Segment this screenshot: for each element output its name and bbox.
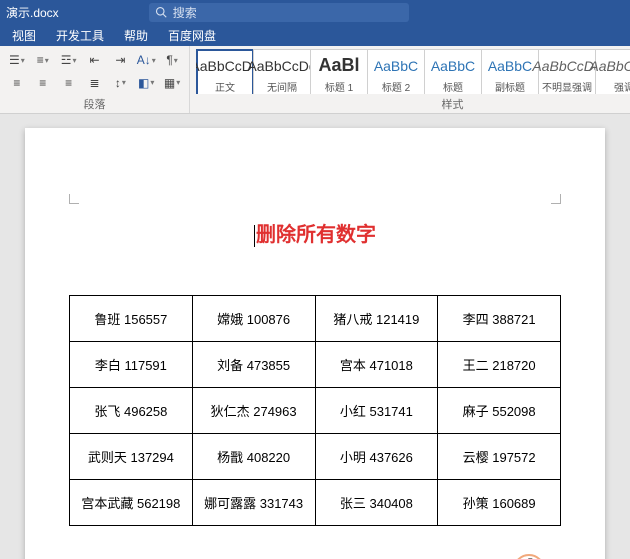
document-title: 删除所有数字 [69,218,561,247]
borders-button[interactable]: ▦▾ [161,72,183,94]
increase-indent-button[interactable]: ⇥ [109,49,131,71]
tab-view[interactable]: 视图 [2,24,46,46]
table-cell[interactable]: 小明 437626 [315,434,438,480]
table-cell[interactable]: 张飞 496258 [70,388,193,434]
shading-button[interactable]: ◧▾ [135,72,157,94]
align-right-button[interactable]: ≡ [58,72,80,94]
tab-baidu[interactable]: 百度网盘 [158,24,226,46]
numbering-button[interactable]: ≡▾ [32,49,54,71]
ribbon: ☰▾ ≡▾ ☲▾ ⇤ ⇥ A↓▾ ¶▾ ≡ ≡ ≡ ≣ ↕▾ ◧▾ ▦▾ 段落 … [0,46,630,114]
group-styles: AaBbCcDd正文AaBbCcDd无间隔AaBl标题 1AaBbC标题 2Aa… [190,46,630,113]
table-cell[interactable]: 宫本 471018 [315,342,438,388]
text-caret [254,225,255,247]
table-cell[interactable]: 小红 531741 [315,388,438,434]
style-label: 标题 [443,79,463,94]
style-item-4[interactable]: AaBbC标题 [424,49,482,94]
search-icon [155,6,167,18]
style-label: 标题 2 [382,79,410,94]
style-label: 副标题 [495,79,525,94]
style-preview: AaBbC [488,53,532,79]
table-row: 李白 117591刘备 473855宫本 471018王二 218720 [70,342,561,388]
group-label-styles: 样式 [196,96,630,112]
document-title-text: 删除所有数字 [256,224,376,246]
table-cell[interactable]: 张三 340408 [315,480,438,526]
highlight-ring [513,554,545,559]
table-row: 张飞 496258狄仁杰 274963小红 531741麻子 552098 [70,388,561,434]
table-cell[interactable]: 娜可露露 331743 [192,480,315,526]
ribbon-tabs: 视图 开发工具 帮助 百度网盘 [0,24,630,46]
table-cell[interactable]: 鲁班 156557 [70,296,193,342]
style-preview: AaBbC [374,53,418,79]
style-item-7[interactable]: AaBbCcDd强调 [595,49,630,94]
document-area[interactable]: 删除所有数字 鲁班 156557嫦娥 100876猪八戒 121419李四 38… [0,114,630,559]
group-paragraph: ☰▾ ≡▾ ☲▾ ⇤ ⇥ A↓▾ ¶▾ ≡ ≡ ≡ ≣ ↕▾ ◧▾ ▦▾ 段落 [0,46,190,113]
table-cell[interactable]: 杨戬 408220 [192,434,315,480]
line-spacing-button[interactable]: ↕▾ [109,72,131,94]
style-label: 无间隔 [267,79,297,94]
crop-mark-tr [545,188,561,204]
style-item-2[interactable]: AaBl标题 1 [310,49,368,94]
style-item-0[interactable]: AaBbCcDd正文 [196,49,254,94]
multilevel-list-button[interactable]: ☲▾ [58,49,80,71]
show-marks-button[interactable]: ¶▾ [161,49,183,71]
table-cell[interactable]: 嫦娥 100876 [192,296,315,342]
decrease-indent-button[interactable]: ⇤ [84,49,106,71]
table-cell[interactable]: 王二 218720 [438,342,561,388]
style-item-5[interactable]: AaBbC副标题 [481,49,539,94]
table-cell[interactable]: 刘备 473855 [192,342,315,388]
sort-button[interactable]: A↓▾ [135,49,157,71]
table-cell[interactable]: 宫本武藏 562198 [70,480,193,526]
style-preview: AaBbC [431,53,475,79]
table-cell[interactable]: 李白 117591 [70,342,193,388]
group-label-paragraph: 段落 [6,96,183,112]
search-placeholder: 搜索 [173,4,197,21]
title-bar: 演示.docx 搜索 [0,0,630,24]
style-label: 正文 [215,79,235,94]
table-cell[interactable]: 孙策 160689 [438,480,561,526]
justify-button[interactable]: ≣ [84,72,106,94]
tab-help[interactable]: 帮助 [114,24,158,46]
style-label: 强调 [614,79,630,94]
style-label: 不明显强调 [542,79,592,94]
style-item-6[interactable]: AaBbCcDd不明显强调 [538,49,596,94]
table-row: 鲁班 156557嫦娥 100876猪八戒 121419李四 388721 [70,296,561,342]
crop-mark-tl [69,188,85,204]
data-table[interactable]: 鲁班 156557嫦娥 100876猪八戒 121419李四 388721李白 … [69,295,561,526]
table-cell[interactable]: 麻子 552098 [438,388,561,434]
table-row: 宫本武藏 562198娜可露露 331743张三 340408孙策 160689 [70,480,561,526]
table-cell[interactable]: 云樱 197572 [438,434,561,480]
align-left-button[interactable]: ≡ [6,72,28,94]
page: 删除所有数字 鲁班 156557嫦娥 100876猪八戒 121419李四 38… [25,128,605,559]
tab-developer[interactable]: 开发工具 [46,24,114,46]
table-cell[interactable]: 李四 388721 [438,296,561,342]
align-center-button[interactable]: ≡ [32,72,54,94]
bullets-button[interactable]: ☰▾ [6,49,28,71]
table-cell[interactable]: 狄仁杰 274963 [192,388,315,434]
search-box[interactable]: 搜索 [149,3,409,22]
document-filename: 演示.docx [6,4,59,21]
table-cell[interactable]: 武则天 137294 [70,434,193,480]
style-label: 标题 1 [325,79,353,94]
style-preview: AaBbCcDd [247,53,316,79]
style-preview: AaBbCcDd [589,53,630,79]
style-item-3[interactable]: AaBbC标题 2 [367,49,425,94]
style-preview: AaBl [318,53,359,79]
table-row: 武则天 137294杨戬 408220小明 437626云樱 197572 [70,434,561,480]
table-cell[interactable]: 猪八戒 121419 [315,296,438,342]
style-item-1[interactable]: AaBbCcDd无间隔 [253,49,311,94]
